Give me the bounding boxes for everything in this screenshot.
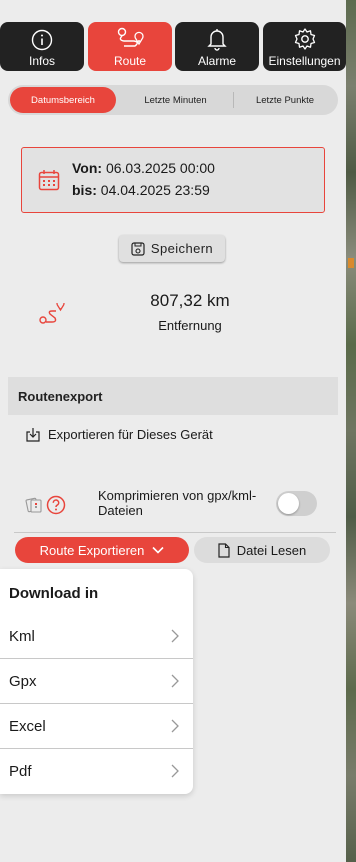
range-mode-selector: Datumsbereich Letzte Minuten Letzte Punk… <box>8 85 338 115</box>
chevron-right-icon <box>171 764 179 778</box>
download-icon <box>26 428 40 442</box>
tab-infos[interactable]: Infos <box>0 22 84 71</box>
download-menu: Download in Kml Gpx Excel Pdf <box>0 569 193 794</box>
read-file-label: Datei Lesen <box>236 542 307 558</box>
export-device-button[interactable]: Exportieren für Dieses Gerät <box>26 427 213 442</box>
compress-label: Komprimieren von gpx/kml-Dateien <box>98 488 257 518</box>
archive-icon <box>25 497 42 513</box>
date-to-label: bis: <box>72 182 97 198</box>
calendar-icon <box>38 170 60 191</box>
tab-label: Route <box>113 54 147 68</box>
tab-einstellungen[interactable]: Einstellungen <box>263 22 346 71</box>
compress-toggle[interactable] <box>276 491 317 516</box>
floppy-icon <box>131 241 145 256</box>
distance-label: Entfernung <box>158 318 222 333</box>
save-button[interactable]: Speichern <box>119 235 225 262</box>
help-icon[interactable] <box>46 495 66 515</box>
info-icon <box>31 29 53 51</box>
tab-label: Alarme <box>197 54 236 68</box>
toggle-knob <box>278 493 299 514</box>
tab-alarme[interactable]: Alarme <box>175 22 259 71</box>
distance-value: 807,32 km <box>150 291 230 310</box>
download-option-label: Excel <box>9 717 46 735</box>
date-from-value: 06.03.2025 00:00 <box>105 160 215 176</box>
save-label: Speichern <box>150 241 214 256</box>
tab-label: Infos <box>28 54 55 68</box>
map-background[interactable] <box>346 0 356 862</box>
date-from-row: Von: 06.03.2025 00:00 <box>72 160 215 176</box>
route-export-header: Routenexport <box>8 377 338 415</box>
segment-letzte-minuten[interactable]: Letzte Minuten <box>123 87 228 113</box>
download-menu-title: Download in <box>9 585 99 602</box>
download-option-pdf[interactable]: Pdf <box>0 748 193 793</box>
chevron-right-icon <box>171 719 179 733</box>
date-to-row: bis: 04.04.2025 23:59 <box>72 182 210 198</box>
route-panel: Infos Route Alarme Einstellungen Datumsb… <box>0 0 346 862</box>
route-icon <box>117 27 144 47</box>
route-distance-icon <box>39 303 65 324</box>
chevron-right-icon <box>171 674 179 688</box>
file-icon <box>218 542 230 558</box>
route-export-button[interactable]: Route Exportieren <box>15 537 189 563</box>
chevron-right-icon <box>171 629 179 643</box>
chevron-down-icon <box>152 546 164 554</box>
segment-datumsbereich[interactable]: Datumsbereich <box>10 87 116 113</box>
segment-letzte-punkte[interactable]: Letzte Punkte <box>234 87 336 113</box>
download-option-label: Gpx <box>9 672 37 690</box>
download-option-label: Kml <box>9 628 35 645</box>
bell-icon <box>207 29 227 51</box>
export-device-label: Exportieren für Dieses Gerät <box>48 427 213 442</box>
gear-icon <box>294 28 315 50</box>
date-to-value: 04.04.2025 23:59 <box>100 182 210 198</box>
route-export-label: Route Exportieren <box>39 542 145 558</box>
tab-route[interactable]: Route <box>88 22 172 71</box>
divider <box>14 532 336 533</box>
date-from-label: Von: <box>72 160 103 176</box>
download-option-label: Pdf <box>9 762 32 780</box>
compress-icons <box>25 495 66 515</box>
read-file-button[interactable]: Datei Lesen <box>194 537 330 563</box>
tab-label: Einstellungen <box>268 54 341 68</box>
map-marker <box>348 258 354 268</box>
date-range-picker[interactable]: Von: 06.03.2025 00:00 bis: 04.04.2025 23… <box>21 147 325 213</box>
download-option-kml[interactable]: Kml <box>0 614 193 659</box>
download-option-excel[interactable]: Excel <box>0 703 193 748</box>
top-tabs: Infos Route Alarme Einstellungen <box>0 22 346 71</box>
download-option-gpx[interactable]: Gpx <box>0 658 193 703</box>
